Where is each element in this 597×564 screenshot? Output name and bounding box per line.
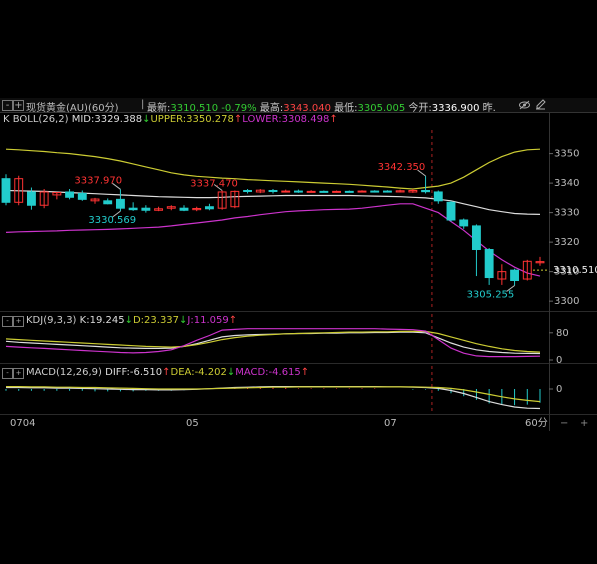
boll-lower-line xyxy=(5,203,541,277)
candle xyxy=(459,219,469,227)
candle xyxy=(344,190,354,193)
candle xyxy=(65,191,75,198)
price-annotation: 3305.255 xyxy=(467,290,515,301)
x-axis-label: 07 xyxy=(384,418,397,429)
price-annotation: 3342.350 xyxy=(378,162,426,173)
candle xyxy=(179,207,189,211)
candle xyxy=(382,190,392,193)
candle xyxy=(26,191,36,206)
candle xyxy=(471,225,481,251)
candle xyxy=(332,190,342,193)
candle xyxy=(510,269,520,281)
price-annotation: 3330.569 xyxy=(88,215,136,226)
x-axis-label: 05 xyxy=(186,418,199,429)
zoom-out-icon[interactable]: − xyxy=(560,418,568,429)
candle xyxy=(243,189,253,192)
price-annotation: 3337.970 xyxy=(74,175,122,186)
x-axis-label: 60分 xyxy=(525,417,548,429)
candle xyxy=(268,189,278,192)
candle xyxy=(357,190,367,193)
price-tick-label: 3300 xyxy=(554,296,579,307)
candle xyxy=(484,249,494,279)
chart-canvas[interactable]: 3350334033303320331033003310.5103337.970… xyxy=(0,98,597,431)
candle xyxy=(281,190,291,193)
price-tick-label: 3350 xyxy=(554,149,579,160)
candle xyxy=(306,190,316,193)
candle xyxy=(141,207,151,211)
candle xyxy=(204,206,214,210)
candle xyxy=(128,207,138,211)
last-price-label: 3310.510 xyxy=(553,265,597,276)
price-annotation: 3337.470 xyxy=(190,178,238,189)
candle xyxy=(446,201,456,221)
candle xyxy=(103,200,113,205)
zoom-in-icon[interactable]: + xyxy=(580,418,588,429)
candle xyxy=(77,192,87,200)
price-tick-label: 3330 xyxy=(554,208,579,219)
kdj-d-line xyxy=(5,330,541,353)
price-tick-label: 3320 xyxy=(554,237,579,248)
price-tick-label: 3340 xyxy=(554,178,579,189)
x-axis-label: 0704 xyxy=(10,418,35,429)
candle xyxy=(319,190,329,193)
macd-tick-label: 0 xyxy=(556,384,562,395)
candle xyxy=(433,191,443,202)
kdj-tick-label: 0 xyxy=(556,355,562,366)
candle xyxy=(421,189,431,193)
candle xyxy=(293,190,303,193)
kdj-tick-label: 80 xyxy=(556,328,569,339)
candle xyxy=(1,178,11,203)
chart-panel: - + 现货黄金(AU)(60分) | 最新:3310.510 -0.79% 最… xyxy=(0,98,597,431)
candle xyxy=(115,198,125,209)
candle xyxy=(370,190,380,193)
